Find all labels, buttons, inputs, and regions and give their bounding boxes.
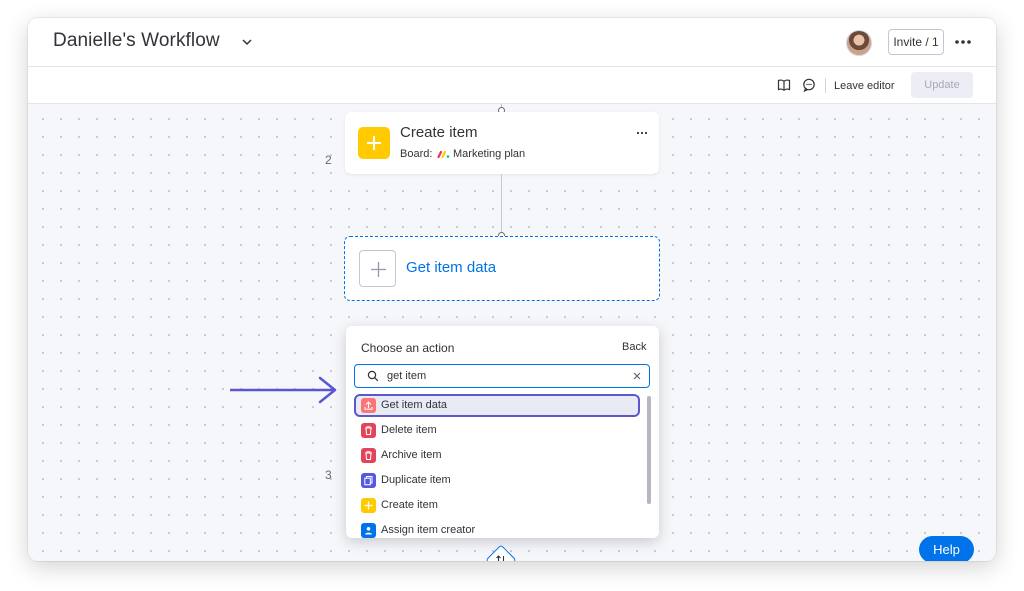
workflow-canvas[interactable]: 2 Create item Board: Marketing plan Get … [28, 104, 996, 561]
step-number: 2 [325, 153, 332, 167]
help-button[interactable]: Help [919, 536, 974, 561]
toolbar-divider [825, 78, 826, 93]
list-item-label: Assign item creator [381, 524, 476, 536]
list-item[interactable]: Assign item creator [354, 519, 640, 538]
person-icon [361, 523, 376, 538]
pointer-arrow-icon [230, 376, 337, 404]
back-button[interactable]: Back [622, 341, 646, 353]
chevron-down-icon[interactable] [240, 35, 254, 49]
action-picker-title: Choose an action [361, 341, 455, 355]
monday-logo-icon [437, 150, 450, 159]
scrollbar-thumb[interactable] [647, 396, 651, 504]
editor-toolbar: Leave editor Update [28, 67, 996, 104]
step-title: Get item data [406, 259, 497, 276]
duplicate-icon [361, 473, 376, 488]
action-picker: Choose an action Back Get item data [346, 326, 659, 538]
swap-arrows-icon [496, 555, 505, 561]
list-item-label: Duplicate item [381, 474, 451, 486]
list-item[interactable]: Get item data [354, 394, 640, 417]
board-name: Marketing plan [453, 148, 526, 160]
step-number: 3 [325, 468, 332, 482]
add-action-placeholder [359, 250, 396, 287]
export-icon [361, 398, 376, 413]
more-options-icon[interactable] [953, 32, 973, 52]
feedback-icon[interactable] [802, 78, 816, 92]
leave-editor-button[interactable]: Leave editor [834, 76, 895, 96]
plus-icon [361, 498, 376, 513]
more-options-icon[interactable] [635, 126, 649, 140]
list-item-label: Archive item [381, 449, 442, 461]
archive-icon [361, 448, 376, 463]
create-item-step[interactable]: Create item Board: Marketing plan [345, 112, 659, 174]
scrollbar[interactable] [647, 396, 651, 504]
workflow-title[interactable]: Danielle's Workflow [53, 30, 220, 52]
connector-line [501, 174, 502, 236]
avatar[interactable] [846, 30, 872, 56]
trash-icon [361, 423, 376, 438]
close-icon[interactable] [632, 371, 642, 381]
list-item[interactable]: Delete item [354, 419, 640, 442]
list-item[interactable]: Archive item [354, 444, 640, 467]
list-item-label: Create item [381, 499, 438, 511]
invite-button[interactable]: Invite / 1 [888, 29, 944, 55]
update-button[interactable]: Update [911, 72, 973, 98]
list-item-label: Delete item [381, 424, 437, 436]
workflow-editor-window: Danielle's Workflow Invite / 1 Leave edi… [28, 18, 996, 561]
list-item-label: Get item data [381, 399, 448, 411]
list-item[interactable]: Duplicate item [354, 469, 640, 492]
book-icon[interactable] [777, 78, 791, 92]
search-input[interactable] [387, 367, 627, 385]
action-search [354, 364, 650, 388]
get-item-data-step[interactable]: Get item data [344, 236, 660, 301]
step-title: Create item [400, 124, 478, 141]
search-icon [367, 370, 379, 382]
plus-icon [358, 127, 390, 159]
list-item[interactable]: Create item [354, 494, 640, 517]
top-bar: Danielle's Workflow Invite / 1 [28, 18, 996, 67]
board-label: Board: [400, 148, 433, 160]
